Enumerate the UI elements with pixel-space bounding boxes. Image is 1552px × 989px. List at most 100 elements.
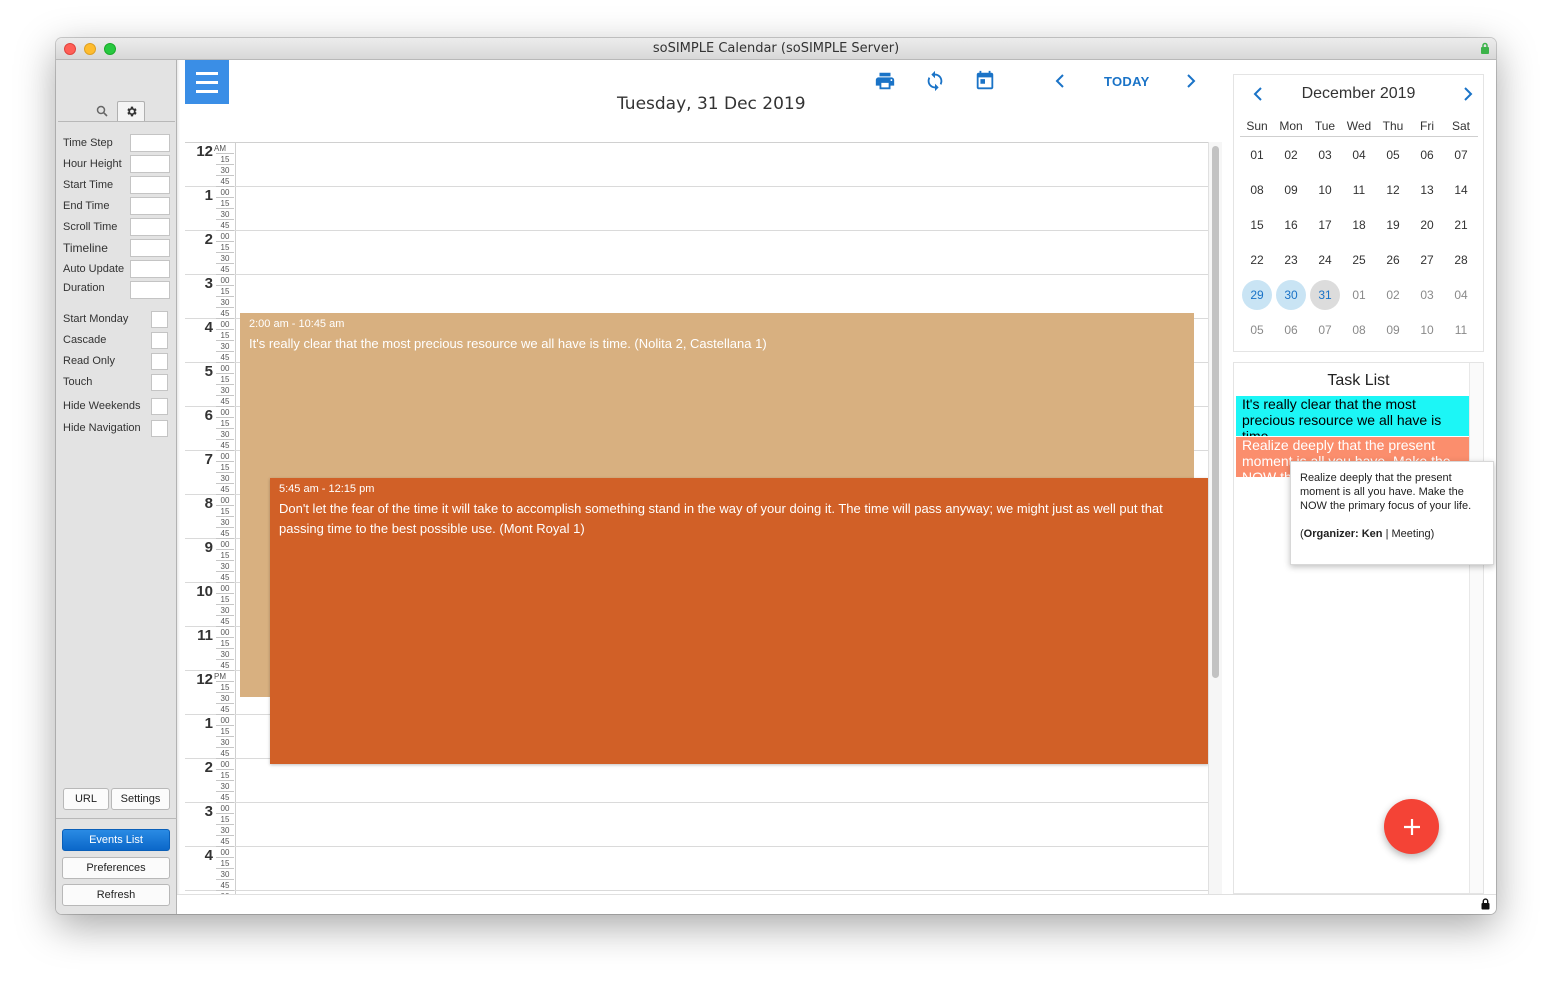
duration-input[interactable] bbox=[130, 281, 170, 299]
minute-ticks: 00153045 bbox=[216, 583, 234, 627]
sync-icon[interactable] bbox=[924, 70, 946, 92]
calendar-day[interactable]: 06 bbox=[1412, 140, 1442, 170]
tab-divider bbox=[58, 121, 175, 122]
calendar-day[interactable]: 11 bbox=[1344, 175, 1374, 205]
calendar-day[interactable]: 05 bbox=[1378, 140, 1408, 170]
day-grid[interactable]: 12 AM 15 30 45 1 00 15 30 45 2 00 15 30 45 3 00 15 30 45 4 00… bbox=[185, 142, 1208, 914]
calendar-day[interactable]: 29 bbox=[1242, 280, 1272, 310]
minute-ticks: 00153045 bbox=[216, 715, 234, 759]
minute-label: 30 bbox=[216, 473, 234, 484]
chevron-left-icon[interactable] bbox=[1053, 73, 1067, 89]
gear-icon bbox=[126, 106, 137, 117]
end-time-input[interactable] bbox=[130, 197, 170, 215]
calendar-day[interactable]: 21 bbox=[1446, 210, 1476, 240]
calendar-day[interactable]: 09 bbox=[1378, 315, 1408, 345]
calendar-icon[interactable] bbox=[974, 70, 996, 92]
hour-row[interactable]: 12 AM 15 30 45 bbox=[185, 143, 1208, 187]
minute-label: 45 bbox=[216, 704, 234, 715]
today-button[interactable]: TODAY bbox=[1104, 74, 1150, 89]
auto-update-input[interactable] bbox=[130, 260, 170, 278]
scroll-time-input[interactable] bbox=[130, 218, 170, 236]
minute-ticks: 00153045 bbox=[216, 539, 234, 583]
task-list-title: Task List bbox=[1327, 372, 1390, 389]
settings-sidebar: Time Step Hour Height Start Time End Tim… bbox=[56, 60, 180, 914]
touch-checkbox[interactable] bbox=[151, 374, 168, 391]
calendar-day[interactable]: 22 bbox=[1242, 245, 1272, 275]
calendar-day[interactable]: 31 bbox=[1310, 280, 1340, 310]
menu-button[interactable] bbox=[185, 60, 229, 104]
calendar-day[interactable]: 13 bbox=[1412, 175, 1442, 205]
start-monday-checkbox[interactable] bbox=[151, 311, 168, 328]
cascade-checkbox[interactable] bbox=[151, 332, 168, 349]
refresh-button[interactable]: Refresh bbox=[62, 884, 170, 906]
start-time-input[interactable] bbox=[130, 176, 170, 194]
calendar-day[interactable]: 16 bbox=[1276, 210, 1306, 240]
calendar-day[interactable]: 01 bbox=[1344, 280, 1374, 310]
calendar-day[interactable]: 19 bbox=[1378, 210, 1408, 240]
events-list-button[interactable]: Events List bbox=[62, 829, 170, 851]
calendar-day[interactable]: 10 bbox=[1412, 315, 1442, 345]
calendar-day[interactable]: 20 bbox=[1412, 210, 1442, 240]
url-button[interactable]: URL bbox=[63, 788, 109, 810]
next-month-icon[interactable] bbox=[1462, 86, 1474, 102]
calendar-day[interactable]: 24 bbox=[1310, 245, 1340, 275]
calendar-day[interactable]: 07 bbox=[1310, 315, 1340, 345]
minute-label: 45 bbox=[216, 264, 234, 275]
hour-row[interactable]: 2 00 15 30 45 bbox=[185, 231, 1208, 275]
task-list-scrollbar[interactable] bbox=[1469, 363, 1483, 893]
calendar-day[interactable]: 25 bbox=[1344, 245, 1374, 275]
calendar-day[interactable]: 09 bbox=[1276, 175, 1306, 205]
touch-row: Touch bbox=[63, 373, 171, 391]
calendar-day[interactable]: 11 bbox=[1446, 315, 1476, 345]
calendar-day[interactable]: 27 bbox=[1412, 245, 1442, 275]
calendar-day[interactable]: 03 bbox=[1412, 280, 1442, 310]
time-step-input[interactable] bbox=[130, 134, 170, 152]
hour-row[interactable]: 4 00 15 30 45 bbox=[185, 847, 1208, 891]
task-item[interactable]: It's really clear that the most precious… bbox=[1236, 396, 1469, 436]
calendar-day[interactable]: 08 bbox=[1344, 315, 1374, 345]
settings-button[interactable]: Settings bbox=[111, 788, 170, 810]
minute-label: 30 bbox=[216, 297, 234, 308]
settings-tab[interactable] bbox=[117, 101, 145, 121]
calendar-day[interactable]: 03 bbox=[1310, 140, 1340, 170]
day-view-scrollbar[interactable] bbox=[1208, 142, 1222, 914]
calendar-day[interactable]: 18 bbox=[1344, 210, 1374, 240]
calendar-day[interactable]: 04 bbox=[1446, 280, 1476, 310]
add-task-button[interactable] bbox=[1384, 799, 1439, 854]
calendar-day[interactable]: 17 bbox=[1310, 210, 1340, 240]
hide-weekends-checkbox[interactable] bbox=[151, 398, 168, 415]
calendar-day[interactable]: 05 bbox=[1242, 315, 1272, 345]
calendar-day[interactable]: 30 bbox=[1276, 280, 1306, 310]
hide-navigation-checkbox[interactable] bbox=[151, 420, 168, 437]
calendar-day[interactable]: 01 bbox=[1242, 140, 1272, 170]
hour-row[interactable]: 3 00 15 30 45 bbox=[185, 803, 1208, 847]
calendar-day[interactable]: 06 bbox=[1276, 315, 1306, 345]
timeline-input[interactable] bbox=[130, 239, 170, 257]
hour-row[interactable]: 2 00 15 30 45 bbox=[185, 759, 1208, 803]
calendar-day[interactable]: 15 bbox=[1242, 210, 1272, 240]
hour-row[interactable]: 1 00 15 30 45 bbox=[185, 187, 1208, 231]
minute-label: 00 bbox=[216, 583, 234, 594]
calendar-day[interactable]: 28 bbox=[1446, 245, 1476, 275]
search-tab[interactable] bbox=[88, 101, 116, 121]
calendar-day[interactable]: 02 bbox=[1276, 140, 1306, 170]
minute-label: 15 bbox=[216, 506, 234, 517]
calendar-day[interactable]: 26 bbox=[1378, 245, 1408, 275]
hour-label: 10 bbox=[196, 583, 213, 600]
scroll-thumb[interactable] bbox=[1212, 146, 1219, 678]
calendar-day[interactable]: 02 bbox=[1378, 280, 1408, 310]
preferences-button[interactable]: Preferences bbox=[62, 857, 170, 879]
calendar-day[interactable]: 12 bbox=[1378, 175, 1408, 205]
chevron-right-icon[interactable] bbox=[1184, 73, 1198, 89]
read-only-checkbox[interactable] bbox=[151, 353, 168, 370]
hour-height-input[interactable] bbox=[130, 155, 170, 173]
calendar-day[interactable]: 07 bbox=[1446, 140, 1476, 170]
minute-label: 00 bbox=[216, 759, 234, 770]
calendar-event[interactable]: 5:45 am - 12:15 pm Don't let the fear of … bbox=[270, 478, 1208, 764]
calendar-day[interactable]: 23 bbox=[1276, 245, 1306, 275]
calendar-day[interactable]: 08 bbox=[1242, 175, 1272, 205]
calendar-day[interactable]: 14 bbox=[1446, 175, 1476, 205]
calendar-day[interactable]: 04 bbox=[1344, 140, 1374, 170]
calendar-day[interactable]: 10 bbox=[1310, 175, 1340, 205]
print-icon[interactable] bbox=[874, 70, 896, 92]
